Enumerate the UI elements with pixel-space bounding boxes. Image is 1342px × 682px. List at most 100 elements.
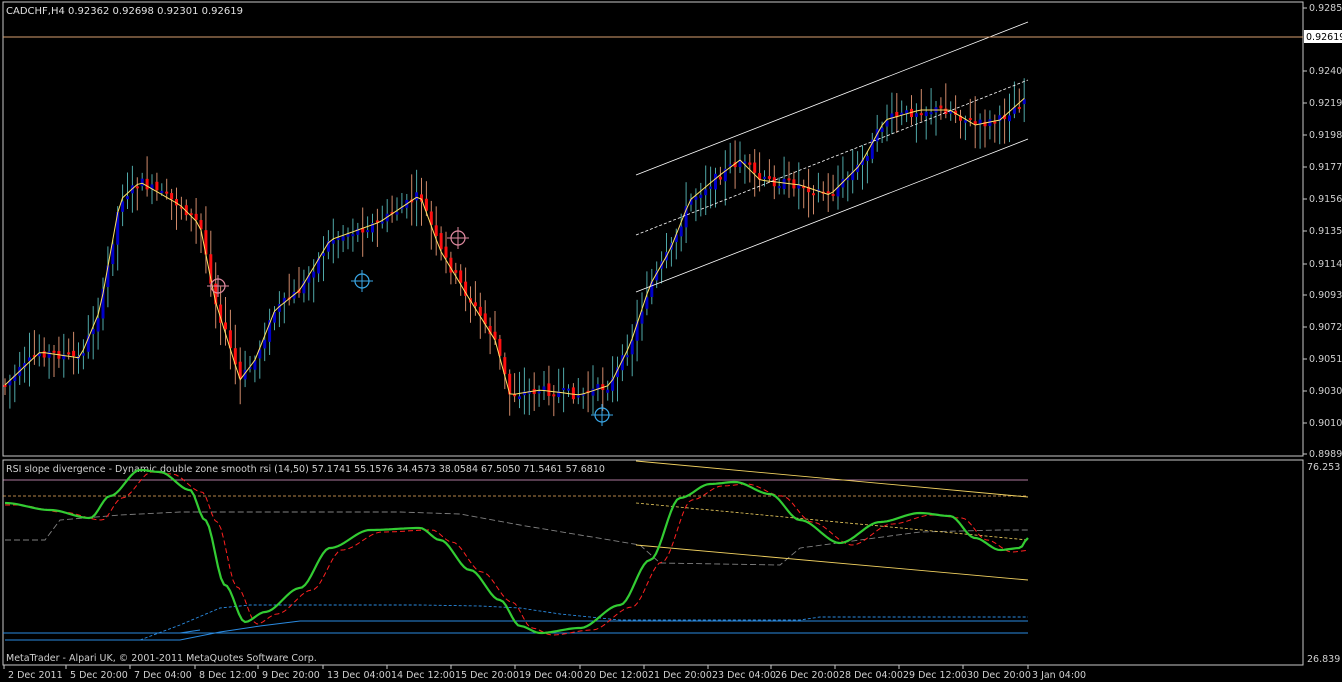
marker-4 <box>591 404 613 426</box>
candle-body <box>126 196 129 200</box>
candle-body <box>547 383 551 396</box>
candle-body <box>3 384 7 387</box>
candle-body <box>135 186 139 189</box>
candle-body <box>67 352 71 355</box>
candle-body <box>865 155 869 162</box>
candle-body <box>47 351 51 358</box>
candle-body <box>763 176 766 179</box>
candle-body <box>812 193 815 196</box>
candle-body <box>145 178 149 190</box>
rsi-main-green-line <box>4 468 1029 635</box>
regression-channel <box>635 21 1029 293</box>
metatrader-chart-window: 0.92850 0.92400 0.92190 0.91980 0.91770 0.915… <box>0 0 1342 682</box>
current-price-tag: 0.92619 <box>1304 30 1342 43</box>
price-tick-label: 0.90100 <box>1309 418 1342 429</box>
candle-body <box>826 191 830 194</box>
candle-body <box>537 391 541 394</box>
candlestick-series <box>3 78 1026 417</box>
time-tick-label: 5 Dec 20:00 <box>70 670 128 681</box>
candle-body <box>155 181 159 191</box>
indicator-frame <box>2 459 1304 666</box>
price-tick-label: 0.90305 <box>1309 386 1342 397</box>
candle-body <box>914 113 918 117</box>
candle-body <box>473 302 477 307</box>
candle-body <box>714 173 717 190</box>
indicator-zones <box>3 460 1029 641</box>
candle-body <box>748 162 752 165</box>
time-tick-label: 30 Dec 20:00 <box>967 670 1031 681</box>
time-tick-label: 2 Dec 2011 <box>8 670 63 681</box>
current-price-label: 0.92619 <box>1306 32 1342 43</box>
candle-body <box>140 178 144 187</box>
channel-middle-line <box>635 79 1029 236</box>
candle-body <box>459 270 463 283</box>
candle-body <box>96 318 100 332</box>
candle-body <box>939 105 943 109</box>
time-tick-label: 15 Dec 20:00 <box>455 670 519 681</box>
candle-body <box>704 189 708 196</box>
price-tick-label: 0.92190 <box>1309 98 1342 109</box>
candle-body <box>679 226 683 237</box>
time-tick-label: 13 Dec 04:00 <box>327 670 391 681</box>
candle-body <box>630 340 634 355</box>
candle-body <box>263 339 267 349</box>
candle-body <box>170 193 174 200</box>
symbol-header: CADCHF,H4 0.92362 0.92698 0.92301 0.9261… <box>6 6 243 17</box>
candle-body <box>782 178 786 189</box>
candle-body <box>194 213 198 220</box>
candle-body <box>331 240 335 244</box>
time-tick-label: 19 Dec 04:00 <box>519 670 583 681</box>
price-tick-label: 0.92400 <box>1309 66 1342 77</box>
candle-body <box>160 190 164 193</box>
candle-body <box>121 201 125 212</box>
candle-body <box>351 234 355 237</box>
candle-body <box>699 194 703 198</box>
candle-body <box>1017 106 1021 109</box>
candle-body <box>444 246 448 258</box>
time-tick-label: 28 Dec 04:00 <box>839 670 903 681</box>
candle-body <box>454 270 458 273</box>
candle-body <box>924 111 928 117</box>
candle-body <box>434 225 438 236</box>
price-tick-label: 0.91145 <box>1309 259 1342 270</box>
marker-2 <box>351 270 373 292</box>
candle-body <box>72 350 76 357</box>
divergence-line-bottom <box>635 544 1029 581</box>
candle-body <box>694 196 698 200</box>
candle-body <box>341 236 345 241</box>
crosshair-target-icon <box>447 227 469 249</box>
indicator-scale-bottom: 26.839 <box>1307 654 1340 665</box>
time-tick-label: 7 Dec 04:00 <box>134 670 192 681</box>
candle-body <box>562 388 566 391</box>
price-tick-label: 0.90515 <box>1309 354 1342 365</box>
indicator-header: RSI slope divergence - Dynamic double zo… <box>6 464 605 475</box>
candle-body <box>395 212 399 215</box>
indicator-scale-top: 76.253 <box>1307 462 1340 473</box>
time-axis: 2 Dec 2011 5 Dec 20:00 7 Dec 04:00 8 Dec 12… <box>3 665 1086 681</box>
rsi-signal-red-line <box>5 471 1029 636</box>
time-tick-label: 21 Dec 20:00 <box>648 670 712 681</box>
time-tick-label: 23 Dec 04:00 <box>712 670 776 681</box>
candle-body <box>963 120 967 123</box>
price-axis: 0.92850 0.92400 0.92190 0.91980 0.91770 0.915… <box>1303 3 1342 460</box>
candle-body <box>336 237 340 240</box>
candle-body <box>52 350 56 353</box>
price-tick-label: 0.91770 <box>1309 162 1342 173</box>
candle-body <box>831 194 835 197</box>
candle-body <box>81 353 85 356</box>
price-tick-label: 0.89890 <box>1309 449 1342 460</box>
candle-body <box>224 322 227 330</box>
price-tick-label: 0.90935 <box>1309 290 1342 301</box>
candle-body <box>576 395 580 398</box>
candle-body <box>919 113 923 116</box>
copyright-text: MetaTrader - Alpari UK, © 2001-2011 Meta… <box>6 653 317 664</box>
time-tick-label: 26 Dec 20:00 <box>775 670 839 681</box>
candle-body <box>518 396 521 400</box>
main-chart-frame <box>2 1 1304 457</box>
time-tick-label: 14 Dec 12:00 <box>391 670 455 681</box>
candle-body <box>571 387 575 400</box>
chart-canvas[interactable]: 0.92850 0.92400 0.92190 0.91980 0.91770 0.915… <box>0 0 1342 682</box>
crosshair-target-icon <box>351 270 373 292</box>
candle-body <box>366 230 370 233</box>
time-tick-label: 8 Dec 12:00 <box>199 670 257 681</box>
